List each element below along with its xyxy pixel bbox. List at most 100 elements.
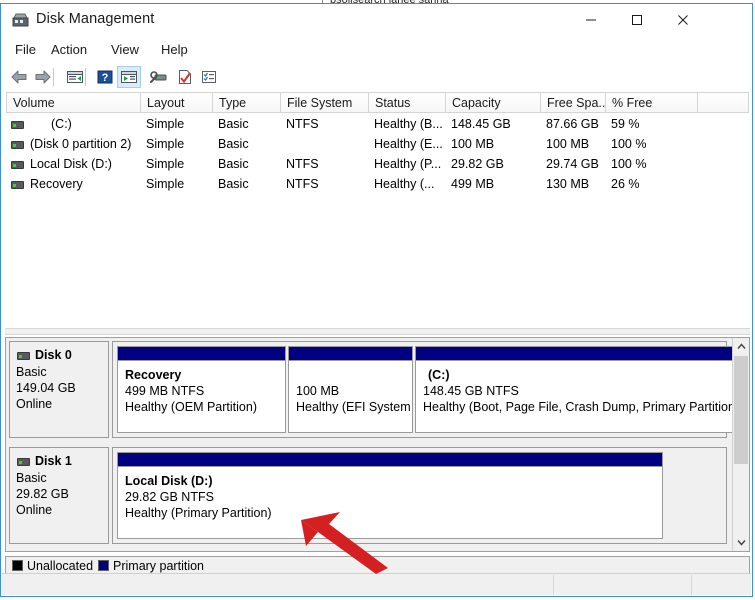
menu-help[interactable]: Help [155,41,194,58]
toolbar: ? [1,64,752,92]
cell-type: Basic [218,157,249,171]
scroll-down-icon[interactable] [733,534,749,551]
disk-type-label: Basic [16,365,47,379]
screen-root: bsolisearch ianee sanna Disk Management [0,0,755,600]
legend-label: Unallocated [27,559,94,573]
table-row[interactable]: (Disk 0 partition 2) Simple Basic Health… [6,135,749,155]
disk-state-label: Online [16,397,53,411]
maximize-button[interactable] [614,4,660,36]
cell-layout: Simple [146,177,185,191]
disk-management-icon [12,13,29,27]
graphical-view-pane: Disk 0 Basic 149.04 GB Online Recovery 4… [5,337,750,552]
cell-capacity: 100 MB [451,137,495,151]
column-header-free-space[interactable]: Free Spa... [541,92,606,113]
properties-icon[interactable] [173,66,197,88]
scroll-up-icon[interactable] [733,338,749,355]
cell-file-system: NTFS [286,157,319,171]
partition-color-bar [118,347,285,361]
disk-size-label: 29.82 GB [16,487,69,501]
status-pane-3 [692,576,755,594]
cell-capacity: 148.45 GB [451,117,511,131]
back-icon[interactable] [7,66,31,88]
partition-title [296,367,412,383]
column-header-type[interactable]: Type [213,92,281,113]
cell-file-system: NTFS [286,117,319,131]
partition-title: Recovery [125,368,182,382]
partition-area-disk-0: Recovery 499 MB NTFS Healthy (OEM Partit… [112,341,742,438]
partition-details: 100 MB Healthy (EFI System P [289,361,412,415]
column-header-volume[interactable]: Volume [6,92,141,113]
partition-color-bar [289,347,412,361]
column-header-file-system[interactable]: File System [281,92,369,113]
cell-free-space: 100 MB [546,137,590,151]
show-hide-console-tree-icon[interactable] [63,66,87,88]
disk-type-label: Basic [16,471,47,485]
forward-icon[interactable] [31,66,55,88]
status-pane-1 [2,576,559,594]
partition-c-drive[interactable]: (C:) 148.45 GB NTFS Healthy (Boot, Page … [415,346,742,433]
column-header-layout[interactable]: Layout [141,92,213,113]
pane-splitter[interactable] [5,328,750,335]
menu-action[interactable]: Action [45,41,93,58]
partition-health: Healthy (OEM Partition) [125,400,257,414]
legend-item-unallocated: Unallocated [12,559,93,573]
disk-row-disk-1: Disk 1 Basic 29.82 GB Online Local Disk … [6,444,730,547]
cell-volume: Recovery [30,177,83,191]
volume-icon [11,161,24,169]
cell-free-space: 130 MB [546,177,590,191]
show-hide-action-pane-icon[interactable] [117,66,141,88]
menu-view[interactable]: View [105,41,145,58]
disk-info-disk-0[interactable]: Disk 0 Basic 149.04 GB Online [9,341,109,438]
cell-type: Basic [218,177,249,191]
partition-area-disk-1: Local Disk (D:) 29.82 GB NTFS Healthy (P… [112,447,727,544]
unallocated-swatch [12,560,23,571]
disk-info-disk-1[interactable]: Disk 1 Basic 29.82 GB Online [9,447,109,544]
partition-details: Local Disk (D:) 29.82 GB NTFS Healthy (P… [118,467,662,521]
partition-d-drive[interactable]: Local Disk (D:) 29.82 GB NTFS Healthy (P… [117,452,663,539]
cell-status: Healthy (P... [374,157,442,171]
cell-layout: Simple [146,157,185,171]
list-view-icon[interactable] [197,66,221,88]
cell-percent-free: 59 % [611,117,640,131]
cell-free-space: 29.74 GB [546,157,599,171]
disk-row-disk-0: Disk 0 Basic 149.04 GB Online Recovery 4… [6,338,742,441]
volume-list-pane: Volume Layout Type File System Status Ca… [5,91,750,326]
table-row[interactable]: Local Disk (D:) Simple Basic NTFS Health… [6,155,749,175]
partition-size-fs: 100 MB [296,384,340,398]
column-header-capacity[interactable]: Capacity [446,92,541,113]
column-header-status[interactable]: Status [369,92,446,113]
rescan-disks-icon[interactable] [147,66,171,88]
cell-layout: Simple [146,137,185,151]
partition-health: Healthy (Primary Partition) [125,506,272,520]
close-button[interactable] [660,4,706,36]
column-header-percent-free[interactable]: % Free [606,92,698,113]
volume-list-header: Volume Layout Type File System Status Ca… [6,92,749,113]
cell-layout: Simple [146,117,185,131]
scrollbar-thumb[interactable] [734,356,748,464]
partition-size-fs: 29.82 GB NTFS [125,490,214,504]
graphical-view-scrollbar[interactable] [732,338,749,551]
disk-state-label: Online [16,503,53,517]
partition-color-bar [416,347,741,361]
cell-volume: (C:) [51,117,72,131]
cell-percent-free: 26 % [611,177,640,191]
column-header-filler[interactable] [698,92,749,113]
partition-details: Recovery 499 MB NTFS Healthy (OEM Partit… [118,361,285,415]
partition-efi-system[interactable]: 100 MB Healthy (EFI System P [288,346,413,433]
table-row[interactable]: Recovery Simple Basic NTFS Healthy (... … [6,175,749,195]
cell-capacity: 499 MB [451,177,495,191]
table-row[interactable]: (C:) Simple Basic NTFS Healthy (B... 148… [6,115,749,135]
help-icon[interactable]: ? [93,66,117,88]
legend-item-primary-partition: Primary partition [98,559,204,573]
cell-volume: Local Disk (D:) [30,157,112,171]
menu-file[interactable]: File [9,41,42,58]
cell-capacity: 29.82 GB [451,157,504,171]
disk-icon [17,352,30,360]
partition-title: (C:) [428,368,450,382]
primary-partition-swatch [98,560,109,571]
partition-recovery[interactable]: Recovery 499 MB NTFS Healthy (OEM Partit… [117,346,286,433]
cell-free-space: 87.66 GB [546,117,599,131]
status-bar [2,573,751,595]
partition-title: Local Disk (D:) [125,474,213,488]
minimize-button[interactable] [568,4,614,36]
